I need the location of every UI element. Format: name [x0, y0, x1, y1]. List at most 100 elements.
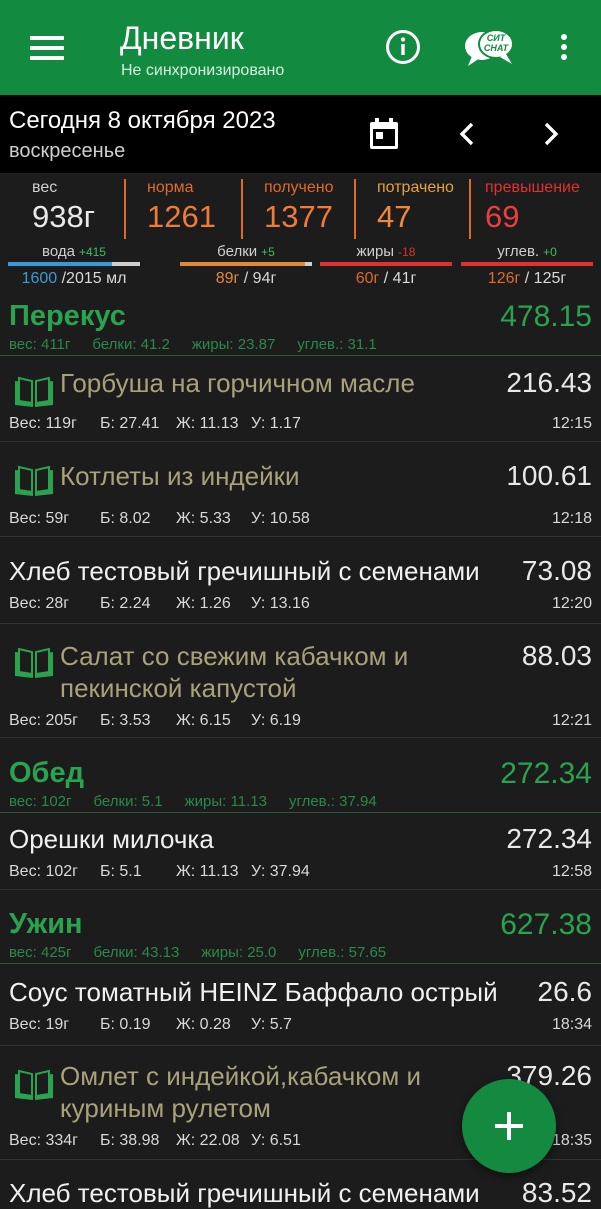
- meal-protein: белки: 41.2: [92, 336, 170, 353]
- food-protein: Б: 5.1: [100, 863, 142, 880]
- food-weight: Вес: 19г: [9, 1016, 70, 1033]
- food-carbs: У: 13.16: [251, 595, 310, 612]
- food-kcal: 83.52: [521, 1177, 592, 1208]
- food-item[interactable]: Горбуша на горчичном масле 216.43 Вес: 1…: [0, 357, 601, 442]
- calorie-stats: вес 938г норма 1261 получено 1377 потрач…: [0, 173, 601, 243]
- food-name: Соус томатный HEINZ Баффало острый: [9, 977, 498, 1007]
- meal-weight: вес: 102г: [9, 793, 72, 810]
- food-time: 12:21: [551, 712, 592, 729]
- macro-protein[interactable]: белки +5 89г / 94г: [180, 243, 312, 288]
- food-protein: Б: 2.24: [100, 595, 151, 612]
- meal-fat: жиры: 25.0: [201, 944, 277, 961]
- meal-summary: вес: 102г белки: 5.1 жиры: 11.13 углев.: 37…: [9, 793, 399, 810]
- stat-divider: [124, 179, 126, 239]
- food-protein: Б: 0.19: [100, 1016, 151, 1033]
- info-circle-icon[interactable]: [385, 29, 421, 65]
- meal-header-dinner[interactable]: Ужин 627.38 вес: 425г белки: 43.13 жиры: 2…: [0, 908, 601, 964]
- chat-bubble-icon[interactable]: СИТ CHAT: [462, 26, 518, 70]
- food-protein: Б: 27.41: [100, 415, 160, 432]
- food-name-line: куриным рулетом: [60, 1093, 271, 1123]
- food-name: Котлеты из индейки: [60, 461, 300, 491]
- food-fat: Ж: 1.26: [176, 595, 231, 612]
- weekday-label: воскресенье: [9, 140, 126, 162]
- stat-label: потрачено: [377, 179, 454, 196]
- food-protein: Б: 38.98: [100, 1132, 160, 1149]
- open-book-icon: [12, 1068, 56, 1102]
- meal-name: Перекус: [9, 300, 126, 332]
- food-weight: Вес: 119г: [9, 415, 77, 432]
- macro-water[interactable]: вода +415 1600 /2015 мл: [8, 243, 140, 288]
- stat-label: вес: [32, 179, 58, 196]
- stat-value: 69: [485, 199, 520, 234]
- food-carbs: У: 1.17: [251, 415, 301, 432]
- macro-carbs[interactable]: углев. +0 126г / 125г: [461, 243, 593, 288]
- food-fat: Ж: 11.13: [176, 415, 239, 432]
- date-bar: Сегодня 8 октября 2023 воскресенье: [0, 95, 601, 173]
- food-item[interactable]: Котлеты из индейки 100.61 Вес: 59г Б: 8.0…: [0, 442, 601, 537]
- macro-delta: +0: [543, 245, 557, 259]
- food-carbs: У: 5.7: [251, 1016, 292, 1033]
- vertical-dots-icon[interactable]: [558, 34, 570, 64]
- macro-delta: +5: [261, 245, 275, 259]
- stat-value: 1261: [147, 199, 216, 234]
- calendar-icon[interactable]: [368, 117, 400, 151]
- meal-carbs: углев.: 31.1: [297, 336, 377, 353]
- food-time: 12:20: [551, 595, 592, 612]
- stat-excess: превышение 69: [485, 179, 580, 235]
- stat-value: 1377: [264, 199, 333, 234]
- open-book-icon: [12, 464, 56, 498]
- food-item[interactable]: Салат со свежим кабачком и пекинской капу…: [0, 624, 601, 738]
- stat-divider: [469, 179, 471, 239]
- date-label: Сегодня 8 октября 2023: [9, 107, 276, 134]
- food-kcal: 100.61: [506, 460, 592, 491]
- food-name-line: пекинской капустой: [60, 673, 297, 703]
- food-carbs: У: 10.58: [251, 510, 310, 527]
- food-time: 12:18: [551, 510, 592, 527]
- food-name-line: Салат со свежим кабачком и: [60, 641, 409, 671]
- meal-kcal: 272.34: [500, 757, 592, 790]
- macro-label: углев.: [497, 243, 540, 260]
- macro-value-main: 1600: [21, 270, 58, 287]
- macros-row: вода +415 1600 /2015 мл белки +5 89г / 94г…: [0, 243, 601, 295]
- food-carbs: У: 6.51: [251, 1132, 301, 1149]
- meal-carbs: углев.: 57.65: [298, 944, 387, 961]
- sync-status: Не синхронизировано: [121, 62, 285, 79]
- meal-header-lunch[interactable]: Обед 272.34 вес: 102г белки: 5.1 жиры: 11.…: [0, 757, 601, 813]
- food-fat: Ж: 11.13: [176, 863, 239, 880]
- macro-fat[interactable]: жиры -18 60г / 41г: [320, 243, 452, 288]
- add-food-button[interactable]: [462, 1079, 556, 1173]
- macro-progress-fill: [320, 262, 452, 266]
- macro-delta: -18: [398, 245, 416, 259]
- chevron-left-icon[interactable]: [456, 121, 478, 147]
- chevron-right-icon[interactable]: [540, 121, 562, 147]
- meal-header-snack[interactable]: Перекус 478.15 вес: 411г белки: 41.2 жиры:…: [0, 300, 601, 356]
- macro-progress-bar: [8, 262, 140, 266]
- food-name: Омлет с индейкой,кабачком и куриным рулет…: [60, 1060, 440, 1124]
- stat-weight: вес 938г: [32, 179, 95, 235]
- hamburger-menu-icon[interactable]: [30, 36, 64, 62]
- app-bar: Дневник Не синхронизировано СИТ CHAT: [0, 0, 601, 95]
- food-time: 18:35: [551, 1132, 592, 1149]
- food-item[interactable]: Хлеб тестовый гречишный с семенами 73.08…: [0, 537, 601, 624]
- food-weight: Вес: 334г: [9, 1132, 78, 1149]
- macro-value-main: 89г: [215, 270, 240, 287]
- macro-progress-bar: [180, 262, 312, 266]
- food-weight: Вес: 205г: [9, 712, 78, 729]
- meal-name: Обед: [9, 757, 85, 789]
- macro-value-main: 126г: [487, 270, 521, 287]
- macro-label: белки: [217, 243, 258, 260]
- meal-kcal: 478.15: [500, 300, 592, 333]
- macro-label: жиры: [356, 243, 395, 260]
- meal-summary: вес: 411г белки: 41.2 жиры: 23.87 углев.: 3…: [9, 336, 399, 353]
- meal-kcal: 627.38: [500, 908, 592, 941]
- food-carbs: У: 6.19: [251, 712, 301, 729]
- open-book-icon: [12, 375, 56, 409]
- food-item[interactable]: Орешки милочка 272.34 Вес: 102г Б: 5.1 Ж: …: [0, 813, 601, 890]
- food-protein: Б: 8.02: [100, 510, 151, 527]
- food-item[interactable]: Соус томатный HEINZ Баффало острый 26.6 …: [0, 964, 601, 1046]
- plus-icon: [495, 1112, 523, 1140]
- meal-weight: вес: 411г: [9, 336, 71, 353]
- stat-label: превышение: [485, 179, 580, 196]
- app-title: Дневник: [120, 20, 244, 56]
- food-fat: Ж: 5.33: [176, 510, 231, 527]
